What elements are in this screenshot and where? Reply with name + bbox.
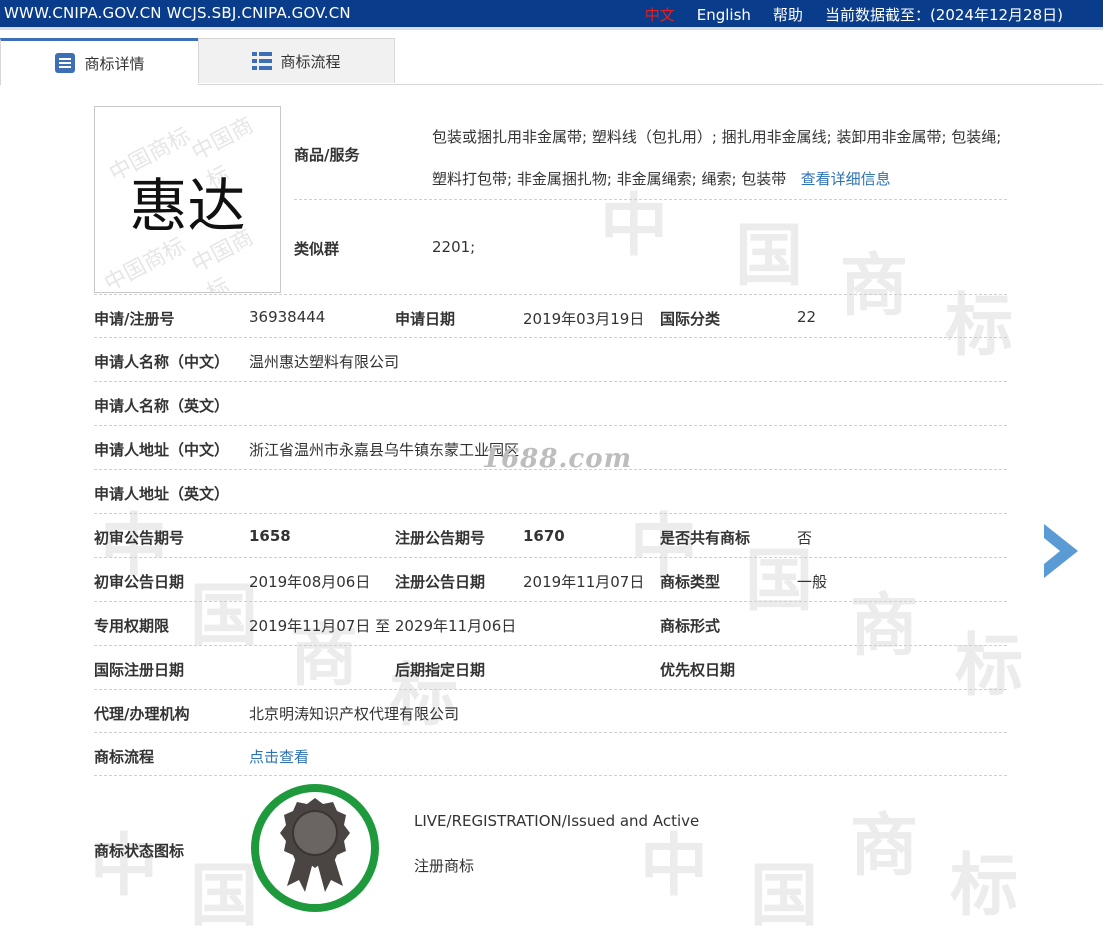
watermark-glyph: 商 [840,247,909,326]
tm-form-label: 商标形式 [660,617,721,635]
watermark-glyph: 国 [735,217,804,296]
trademark-mark-text: 惠达 [129,172,246,240]
address-en-label: 申请人地址（英文） [94,485,230,503]
prelim-date-value: 2019年08月06日 [249,573,371,591]
registered-badge-icon [249,782,381,914]
reg-pub-no-label: 注册公告期号 [395,529,486,547]
prelim-no-value: 1658 [249,527,291,545]
tab-label: 商标详情 [84,54,145,73]
top-bar: WWW.CNIPA.GOV.CN WCJS.SBJ.CNIPA.GOV.CN 中… [0,0,1103,27]
row-divider [94,732,1007,733]
tab-bar: 商标详情 商标流程 [0,38,1103,85]
reg-no-value: 36938444 [249,308,326,326]
shared-value: 否 [797,529,813,547]
row-divider [94,645,1007,646]
watermark-glyph: 商 [850,587,919,666]
row-divider [94,775,1007,776]
trademark-image: 中国商标 中国商标 中国商标 中国商标 惠达 [94,106,281,293]
reg-pub-date-value: 2019年11月07日 [523,573,645,591]
address-cn-value: 浙江省温州市永嘉县乌牛镇东蒙工业园区 [249,441,520,459]
grid-list-icon [252,52,273,70]
flow-label: 商标流程 [94,748,155,766]
flow-view-link[interactable]: 点击查看 [249,746,309,767]
intl-reg-date-label: 国际注册日期 [94,661,185,679]
data-date: 当前数据截至：(2024年12月28日) [824,6,1063,24]
intl-class-value: 22 [797,308,817,326]
app-date-label: 申请日期 [395,310,456,328]
top-bar-shadow [0,27,1103,30]
excl-period-value: 2019年11月07日 至 2029年11月06日 [249,617,517,635]
prelim-no-label: 初审公告期号 [94,529,185,547]
tab-trademark-flow[interactable]: 商标流程 [198,38,395,83]
applicant-en-label: 申请人名称（英文） [94,397,230,415]
agent-value: 北京明涛知识产权代理有限公司 [249,705,460,723]
row-divider [94,425,1007,426]
watermark-glyph: 商 [850,807,919,886]
top-bar-right: 中文 English 帮助 当前数据截至：(2024年12月28日) [645,4,1063,25]
watermark-glyph: 国 [750,857,819,936]
status-icon-label: 商标状态图标 [94,842,185,860]
shared-label: 是否共有商标 [660,529,751,547]
priority-date-label: 优先权日期 [660,661,736,679]
row-divider [94,689,1007,690]
next-arrow-icon[interactable] [1040,522,1080,580]
watermark-glyph: 标 [945,287,1014,366]
row-divider [94,513,1007,514]
watermark-glyph: 标 [955,627,1024,706]
agent-label: 代理/办理机构 [94,705,190,723]
intl-class-label: 国际分类 [660,310,721,328]
row-divider [294,199,1007,200]
goods-label: 商品/服务 [294,146,360,164]
row-divider [94,294,1007,295]
list-doc-icon [54,52,76,74]
lang-en-link[interactable]: English [697,6,751,24]
tab-trademark-detail[interactable]: 商标详情 [0,38,198,85]
reg-no-label: 申请/注册号 [94,310,175,328]
row-divider [94,557,1007,558]
watermark-glyph: 国 [190,857,259,936]
excl-period-label: 专用权期限 [94,617,170,635]
applicant-cn-label: 申请人名称（中文） [94,353,230,371]
reg-pub-no-value: 1670 [523,527,565,545]
row-divider [94,337,1007,338]
site-links[interactable]: WWW.CNIPA.GOV.CN WCJS.SBJ.CNIPA.GOV.CN [4,4,351,22]
goods-text: 包装或捆扎用非金属带; 塑料线（包扎用）; 捆扎用非金属线; 装卸用非金属带; … [432,128,1002,188]
lang-zh-link[interactable]: 中文 [645,4,675,25]
help-link[interactable]: 帮助 [773,4,803,25]
site-watermark: 1688.com [482,444,633,474]
app-date-value: 2019年03月19日 [523,310,645,328]
status-en: LIVE/REGISTRATION/Issued and Active [414,812,700,830]
later-designation-label: 后期指定日期 [395,661,486,679]
tm-type-label: 商标类型 [660,573,721,591]
status-cn: 注册商标 [414,857,475,875]
goods-detail-link[interactable]: 查看详细信息 [801,170,891,188]
tab-label: 商标流程 [280,52,341,71]
watermark-glyph: 标 [950,847,1019,926]
similar-group-value: 2201; [432,238,476,256]
prelim-date-label: 初审公告日期 [94,573,185,591]
row-divider [94,601,1007,602]
row-divider [94,381,1007,382]
reg-pub-date-label: 注册公告日期 [395,573,486,591]
tm-type-value: 一般 [797,573,828,591]
similar-group-label: 类似群 [294,240,340,258]
applicant-cn-value: 温州惠达塑料有限公司 [249,353,400,371]
goods-services: 包装或捆扎用非金属带; 塑料线（包扎用）; 捆扎用非金属线; 装卸用非金属带; … [432,116,1002,200]
address-cn-label: 申请人地址（中文） [94,441,230,459]
